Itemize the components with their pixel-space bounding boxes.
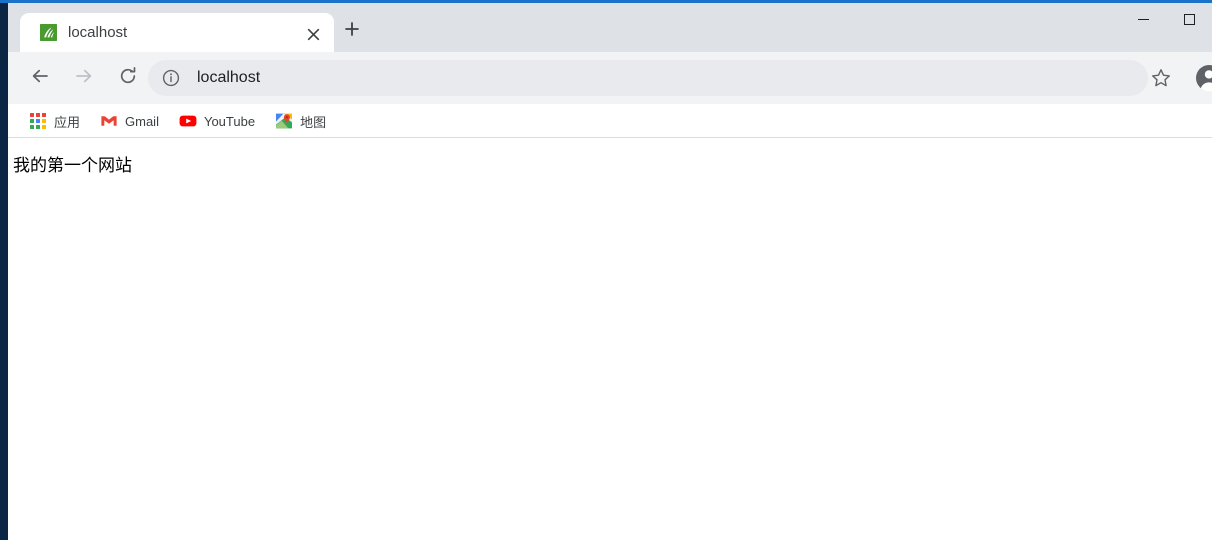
- apps-grid-cell-0: [30, 113, 34, 117]
- apps-grid-cell-6: [30, 125, 34, 129]
- tab-strip: localhost: [8, 3, 1212, 52]
- apps-grid-cell-1: [36, 113, 40, 117]
- bookmark-maps[interactable]: 地图: [267, 108, 334, 134]
- reload-button[interactable]: [112, 62, 144, 94]
- page-heading: 我的第一个网站: [13, 156, 132, 176]
- apps-grid-cell-5: [42, 119, 46, 123]
- arrow-left-icon: [30, 66, 50, 91]
- info-circle-icon[interactable]: [162, 69, 180, 87]
- apps-grid-cell-7: [36, 125, 40, 129]
- green-swirl-favicon-icon: [40, 24, 57, 41]
- gmail-icon: [100, 112, 118, 130]
- apps-grid-icon: [29, 112, 47, 130]
- back-button[interactable]: [24, 62, 56, 94]
- bookmark-apps[interactable]: 应用: [21, 108, 88, 134]
- bookmark-gmail[interactable]: Gmail: [92, 108, 167, 134]
- minimize-icon: [1137, 19, 1149, 20]
- youtube-icon: [179, 112, 197, 130]
- tab-close-icon[interactable]: [302, 23, 324, 45]
- browser-tab-title: localhost: [68, 24, 128, 41]
- maximize-icon: [1183, 14, 1195, 25]
- arrow-right-icon: [74, 66, 94, 91]
- browser-window: localhost localhost 应用 Gmail YouTube 地图 …: [0, 0, 1212, 540]
- window-controls: [1120, 3, 1212, 36]
- address-bar-text: localhost: [197, 69, 261, 86]
- bookmark-star-icon[interactable]: [1144, 61, 1178, 95]
- page-viewport: 我的第一个网站: [8, 138, 1212, 540]
- window-frame-left-edge: [0, 0, 8, 540]
- window-frame-top-accent: [0, 0, 1212, 3]
- bookmark-youtube-label: YouTube: [203, 113, 256, 129]
- browser-tab-localhost[interactable]: localhost: [20, 13, 334, 52]
- google-maps-icon: [275, 112, 293, 130]
- browser-toolbar: localhost: [8, 52, 1212, 104]
- forward-button: [68, 62, 100, 94]
- bookmark-maps-label: 地图: [300, 114, 327, 130]
- reload-icon: [118, 66, 138, 91]
- plus-icon: [344, 21, 360, 42]
- bookmarks-bar: 应用 Gmail YouTube 地图: [8, 104, 1212, 138]
- bookmark-youtube[interactable]: YouTube: [171, 108, 263, 134]
- apps-grid-cell-8: [42, 125, 46, 129]
- window-minimize-button[interactable]: [1120, 3, 1166, 36]
- address-bar[interactable]: localhost: [148, 60, 1148, 96]
- apps-grid-cell-2: [42, 113, 46, 117]
- window-maximize-button[interactable]: [1166, 3, 1212, 36]
- apps-grid-cell-3: [30, 119, 34, 123]
- bookmark-apps-label: 应用: [54, 114, 81, 130]
- new-tab-button[interactable]: [338, 17, 366, 45]
- bookmark-gmail-label: Gmail: [125, 113, 159, 129]
- apps-grid-cell-4: [36, 119, 40, 123]
- profile-avatar-icon[interactable]: [1192, 61, 1212, 95]
